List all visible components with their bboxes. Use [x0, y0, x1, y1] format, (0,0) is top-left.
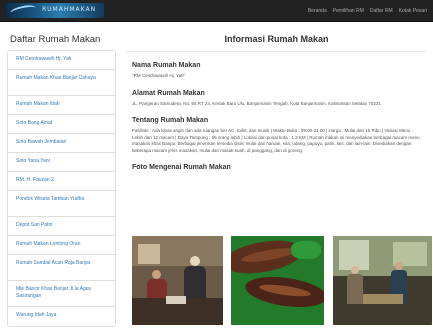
top-navbar: RUMAHMAKAN Beranda Pemilihan RM Daftar R… [0, 0, 433, 22]
section-heading: Nama Rumah Makan [132, 62, 201, 69]
about-text: Fasilitas : Ada kipas angin dan ada ruan… [132, 128, 420, 153]
page-title: Informasi Rumah Makan [126, 34, 427, 52]
section-nama: Nama Rumah Makan "RM Cendrawasih Hj. Yat… [126, 62, 427, 80]
photo-gallery [132, 236, 432, 325]
restaurant-photo-interior[interactable] [132, 236, 223, 325]
sidebar-item-khas-banjar-cahaya[interactable]: Rumah Makan Khas Banjar Cahaya [8, 70, 115, 96]
sidebar-item-tamban-yudha[interactable]: Pondok Wisata Tamban Yudha [8, 191, 115, 217]
nav-link-pemilihan-rm[interactable]: Pemilihan RM [333, 8, 364, 14]
sidebar-item-warung-idah-jaya[interactable]: Warung Idah Jaya [8, 307, 115, 326]
logo-text: RUMAHMAKAN [42, 6, 97, 13]
sidebar-item-soto-bawah-jembatan[interactable]: Soto Bawah Jembatan [8, 134, 115, 153]
sidebar-item-mie-bancir[interactable]: Mie Bancir Khas Banjar Jl.la Agus Sasira… [8, 281, 115, 307]
nav-link-beranda[interactable]: Beranda [308, 8, 327, 14]
sidebar: Daftar Rumah Makan RM Cendrawasih Hj. Ya… [7, 34, 116, 327]
sidebar-item-soto-yana-yani[interactable]: Soto Yana Yani [8, 153, 115, 172]
section-heading: Alamat Rumah Makan [132, 89, 205, 97]
section-heading: Foto Mengenai Rumah Makan [132, 164, 231, 171]
section-alamat: Alamat Rumah Makan JL. Pangeran Samudera… [126, 90, 427, 108]
logo-swoosh-icon [9, 3, 37, 18]
site-logo[interactable]: RUMAHMAKAN [6, 3, 104, 18]
section-heading: Tentang Rumah Makan [132, 117, 209, 124]
restaurant-photo-grilled-fish[interactable] [231, 236, 324, 325]
sidebar-item-idah[interactable]: Rumah Makan Idah [8, 96, 115, 115]
nav-link-kotak-pesan[interactable]: Kotak Pesan [399, 8, 427, 14]
sidebar-item-fauzan-2[interactable]: RM. H. Fauzan 2 [8, 172, 115, 191]
restaurant-name-text: "RM Cendrawasih Hj. Yati" [132, 73, 186, 78]
sidebar-item-lontong-orari[interactable]: Rumah Makan Lontong Orari [8, 236, 115, 255]
sidebar-item-sambal-acan[interactable]: Rumah Sambal Acan Raja Banjar [8, 255, 115, 281]
nav-link-daftar-rm[interactable]: Daftar RM [370, 8, 393, 14]
sidebar-item-cendrawasih[interactable]: RM Cendrawasih Hj. Yati [8, 51, 115, 70]
main-nav: Beranda Pemilihan RM Daftar RM Kotak Pes… [308, 0, 433, 22]
address-text: JL. Pangeran Samudera, No. 65 RT 24, Ker… [132, 100, 381, 106]
main-content: Informasi Rumah Makan Nama Rumah Makan "… [126, 34, 427, 171]
section-foto: Foto Mengenai Rumah Makan [126, 164, 427, 171]
sidebar-item-soto-bang-amat[interactable]: Soto Bang Amat [8, 115, 115, 134]
restaurant-photo-dining-area[interactable] [333, 236, 432, 325]
sidebar-title: Daftar Rumah Makan [10, 34, 101, 45]
restaurant-list: RM Cendrawasih Hj. Yati Rumah Makan Khas… [7, 50, 116, 327]
section-tentang: Tentang Rumah Makan Fasilitas : Ada kipa… [126, 117, 427, 154]
sidebar-item-sari-patin[interactable]: Depot Sari Patin [8, 217, 115, 236]
